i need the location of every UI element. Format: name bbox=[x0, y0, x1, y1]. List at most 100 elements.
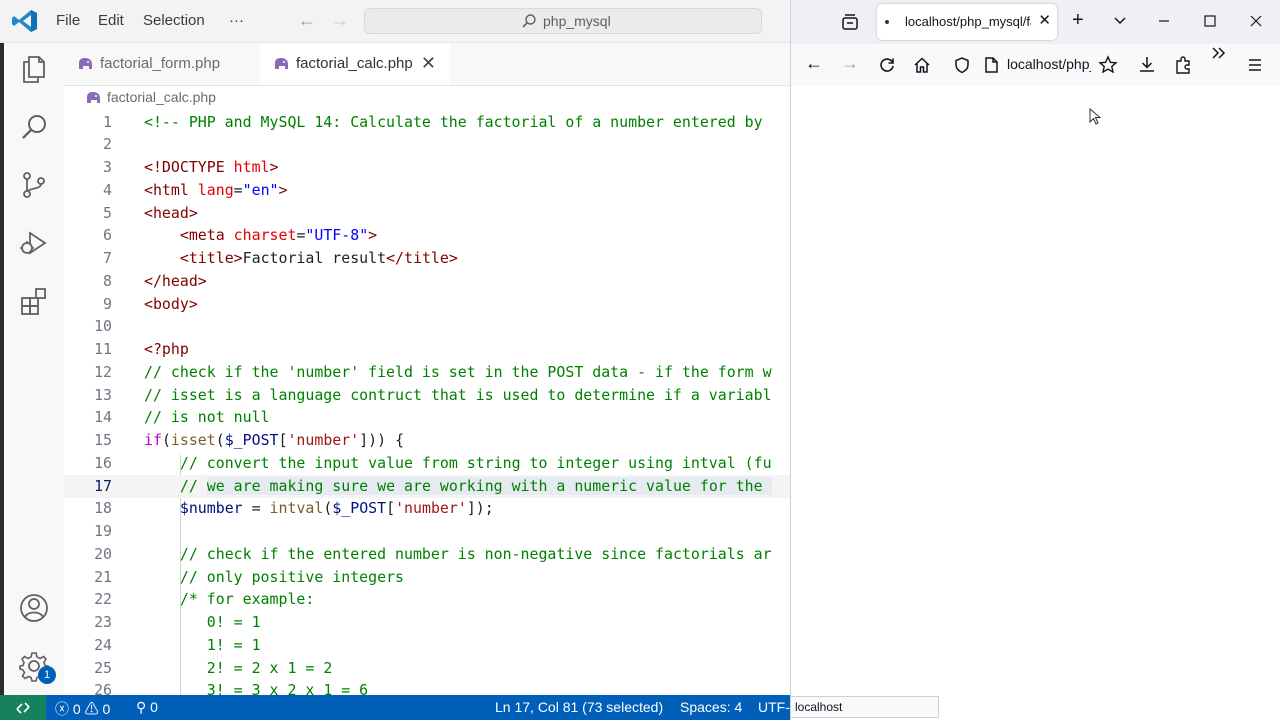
menu-edit[interactable]: Edit bbox=[98, 12, 124, 29]
explorer-icon[interactable] bbox=[18, 53, 50, 85]
editor-tab-bar: factorial_form.php factorial_calc.php ✕ bbox=[64, 43, 790, 86]
code-editor[interactable]: 1 <!-- PHP and MySQL 14: Calculate the fa… bbox=[64, 110, 790, 695]
search-icon[interactable] bbox=[18, 111, 50, 143]
problems-indicator[interactable]: ⓧ 0 ⚠ 0 bbox=[55, 699, 110, 719]
extensions-icon[interactable] bbox=[18, 285, 50, 317]
forward-arrow-icon[interactable]: → bbox=[841, 53, 859, 74]
back-arrow-icon[interactable]: ← bbox=[298, 10, 316, 31]
tracking-protection-shield-icon[interactable] bbox=[953, 56, 971, 74]
indentation-setting[interactable]: Spaces: 4 bbox=[680, 699, 742, 715]
code-line[interactable]: 2 bbox=[64, 133, 790, 156]
forward-arrow-icon[interactable]: → bbox=[331, 10, 349, 31]
code-token: // check if the 'number' field is set in… bbox=[144, 362, 772, 381]
code-line[interactable]: 22 /* for example: bbox=[64, 588, 790, 611]
code-token: > bbox=[278, 180, 288, 199]
tab-overview-icon[interactable] bbox=[841, 13, 859, 31]
line-code: // only positive integers bbox=[144, 566, 404, 589]
menu-selection[interactable]: Selection bbox=[143, 12, 205, 29]
ports-indicator[interactable]: ⚲ 0 bbox=[136, 699, 158, 716]
home-icon[interactable] bbox=[913, 56, 931, 74]
code-line[interactable]: 6 <meta charset="UTF-8"> bbox=[64, 224, 790, 247]
menu-file[interactable]: File bbox=[56, 12, 80, 29]
address-bar[interactable]: localhost/php_mysql/factorial_calc.php bbox=[1007, 56, 1091, 72]
code-line[interactable]: 5 <head> bbox=[64, 202, 790, 225]
code-line[interactable]: 23 0! = 1 bbox=[64, 611, 790, 634]
hamburger-menu-icon[interactable] bbox=[1247, 56, 1263, 74]
code-line[interactable]: 13 // isset is a language contruct that i… bbox=[64, 384, 790, 407]
account-icon[interactable] bbox=[18, 592, 50, 624]
run-debug-icon[interactable] bbox=[18, 227, 50, 259]
line-code: if(isset($_POST['number'])) { bbox=[144, 429, 404, 452]
code-token: ( bbox=[215, 431, 225, 449]
reload-icon[interactable] bbox=[878, 56, 896, 74]
close-window-icon[interactable] bbox=[1250, 15, 1262, 27]
list-tabs-chevron-icon[interactable] bbox=[1113, 14, 1127, 28]
tab-factorial-form[interactable]: factorial_form.php bbox=[64, 43, 260, 85]
line-number: 17 bbox=[94, 476, 112, 495]
menu-more[interactable]: ··· bbox=[229, 12, 244, 29]
code-token: </title> bbox=[386, 249, 458, 267]
code-token: "en" bbox=[242, 180, 279, 199]
code-line[interactable]: 4 <html lang="en"> bbox=[64, 179, 790, 202]
code-line[interactable]: 16 // convert the input value from strin… bbox=[64, 452, 790, 475]
tab-factorial-calc[interactable]: factorial_calc.php ✕ bbox=[260, 43, 450, 85]
code-token: // only positive integers bbox=[179, 567, 404, 586]
code-line[interactable]: 25 2! = 2 x 1 = 2 bbox=[64, 657, 790, 680]
code-line[interactable]: 20 // check if the entered number is non… bbox=[64, 543, 790, 566]
settings-update-badge: 1 bbox=[38, 666, 56, 684]
browser-tab[interactable]: localhost/php_mysql/factorial_calc.php ✕ bbox=[877, 4, 1057, 40]
code-line[interactable]: 15 if(isset($_POST['number'])) { bbox=[64, 429, 790, 452]
code-line[interactable]: 9 <body> bbox=[64, 293, 790, 316]
code-line[interactable]: 11 <?php bbox=[64, 338, 790, 361]
code-line[interactable]: 12 // check if the 'number' field is set … bbox=[64, 361, 790, 384]
code-token: ])) { bbox=[359, 431, 405, 449]
tab-label: factorial_form.php bbox=[100, 55, 221, 72]
code-line[interactable]: 19 bbox=[64, 520, 790, 543]
code-line[interactable]: 10 bbox=[64, 315, 790, 338]
line-number: 13 bbox=[94, 385, 112, 404]
code-line[interactable]: 24 1! = 1 bbox=[64, 634, 790, 657]
code-token: Factorial result bbox=[242, 249, 387, 267]
selected-text: we are making sure we are working with a… bbox=[206, 476, 772, 495]
line-number: 25 bbox=[94, 658, 112, 677]
status-bar: ⓧ 0 ⚠ 0 ⚲ 0 Ln 17, Col 81 (73 selected) … bbox=[0, 695, 790, 720]
overflow-chevrons-icon[interactable] bbox=[1210, 44, 1228, 62]
line-code: <title>Factorial result</title> bbox=[144, 247, 458, 270]
line-code: <html lang="en"> bbox=[144, 179, 287, 202]
line-code: 0! = 1 bbox=[144, 611, 261, 634]
new-tab-icon[interactable]: + bbox=[1072, 9, 1084, 32]
php-elephant-icon bbox=[79, 58, 92, 69]
encoding-setting[interactable]: UTF- bbox=[758, 699, 790, 715]
bookmark-star-icon[interactable] bbox=[1098, 55, 1118, 75]
cursor-position[interactable]: Ln 17, Col 81 (73 selected) bbox=[495, 699, 663, 715]
code-token: 2! = 2 x 1 = 2 bbox=[179, 658, 333, 677]
downloads-icon[interactable] bbox=[1138, 55, 1156, 75]
tab-loading-dot bbox=[885, 20, 889, 24]
code-line[interactable]: 18 $number = intval($_POST['number']); bbox=[64, 497, 790, 520]
code-line[interactable]: 14 // is not null bbox=[64, 406, 790, 429]
remote-indicator[interactable] bbox=[0, 695, 46, 720]
code-line[interactable]: 26 3! = 3 x 2 x 1 = 6 bbox=[64, 679, 790, 695]
code-token: <title> bbox=[179, 249, 243, 267]
close-tab-icon[interactable]: ✕ bbox=[1038, 11, 1051, 29]
code-line[interactable]: 7 <title>Factorial result</title> bbox=[64, 247, 790, 270]
minimize-icon[interactable] bbox=[1158, 15, 1170, 27]
maximize-icon[interactable] bbox=[1204, 15, 1216, 27]
code-line[interactable]: 3 <!DOCTYPE html> bbox=[64, 156, 790, 179]
code-line[interactable]: 21 // only positive integers bbox=[64, 566, 790, 589]
code-line[interactable]: 17 // we are making sure we are working … bbox=[64, 474, 790, 498]
code-token: // isset is a language contruct that is … bbox=[144, 385, 772, 404]
back-arrow-icon[interactable]: ← bbox=[805, 53, 823, 74]
close-tab-icon[interactable]: ✕ bbox=[421, 53, 436, 74]
page-content[interactable] bbox=[791, 86, 1280, 696]
command-center-search[interactable]: php_mysql bbox=[364, 8, 762, 34]
code-line[interactable]: 8 </head> bbox=[64, 270, 790, 293]
code-line[interactable]: 1 <!-- PHP and MySQL 14: Calculate the fa… bbox=[64, 111, 790, 134]
extensions-puzzle-icon[interactable] bbox=[1174, 55, 1192, 75]
page-info-icon[interactable] bbox=[983, 56, 999, 74]
source-control-icon[interactable] bbox=[18, 169, 50, 201]
code-token: ]); bbox=[466, 499, 494, 518]
